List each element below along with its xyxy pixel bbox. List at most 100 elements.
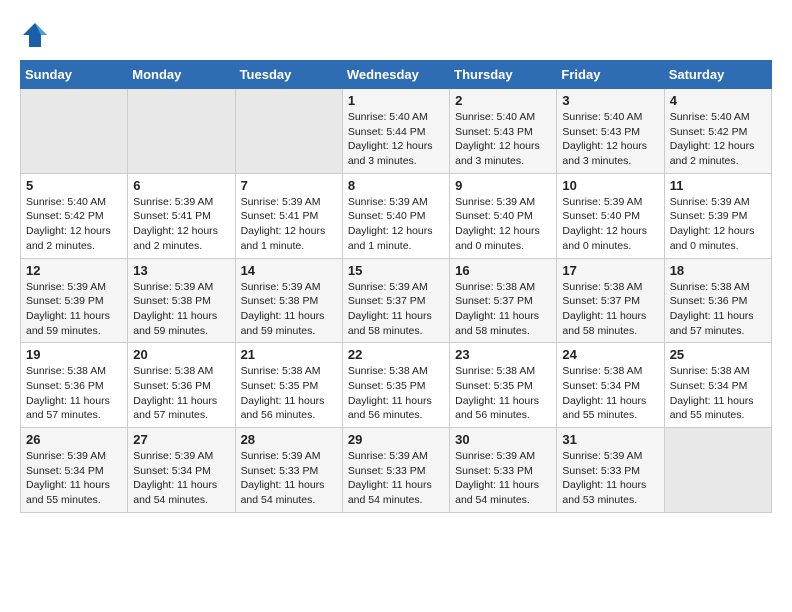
day-info: Sunrise: 5:39 AM xyxy=(241,280,337,295)
day-number: 29 xyxy=(348,432,444,447)
day-info: Sunrise: 5:38 AM xyxy=(348,364,444,379)
day-info: and 59 minutes. xyxy=(133,324,229,339)
day-info: and 59 minutes. xyxy=(26,324,122,339)
day-info: and 58 minutes. xyxy=(348,324,444,339)
calendar-cell: 15Sunrise: 5:39 AMSunset: 5:37 PMDayligh… xyxy=(342,258,449,343)
calendar-cell: 16Sunrise: 5:38 AMSunset: 5:37 PMDayligh… xyxy=(450,258,557,343)
calendar-cell: 1Sunrise: 5:40 AMSunset: 5:44 PMDaylight… xyxy=(342,89,449,174)
day-header-saturday: Saturday xyxy=(664,61,771,89)
day-number: 24 xyxy=(562,347,658,362)
calendar-cell: 30Sunrise: 5:39 AMSunset: 5:33 PMDayligh… xyxy=(450,428,557,513)
day-info: Sunrise: 5:39 AM xyxy=(562,449,658,464)
day-info: Daylight: 12 hours xyxy=(670,224,766,239)
day-info: Sunrise: 5:39 AM xyxy=(241,449,337,464)
day-info: and 57 minutes. xyxy=(26,408,122,423)
day-number: 19 xyxy=(26,347,122,362)
day-info: Sunset: 5:38 PM xyxy=(133,294,229,309)
day-info: Sunrise: 5:39 AM xyxy=(670,195,766,210)
day-info: Daylight: 11 hours xyxy=(348,309,444,324)
day-number: 4 xyxy=(670,93,766,108)
day-number: 14 xyxy=(241,263,337,278)
calendar-cell: 22Sunrise: 5:38 AMSunset: 5:35 PMDayligh… xyxy=(342,343,449,428)
day-info: Sunset: 5:34 PM xyxy=(670,379,766,394)
day-info: Sunrise: 5:39 AM xyxy=(348,195,444,210)
calendar-cell: 28Sunrise: 5:39 AMSunset: 5:33 PMDayligh… xyxy=(235,428,342,513)
day-number: 11 xyxy=(670,178,766,193)
day-info: Daylight: 12 hours xyxy=(348,139,444,154)
calendar-cell: 24Sunrise: 5:38 AMSunset: 5:34 PMDayligh… xyxy=(557,343,664,428)
day-info: and 54 minutes. xyxy=(455,493,551,508)
day-info: Sunrise: 5:40 AM xyxy=(26,195,122,210)
calendar-cell xyxy=(21,89,128,174)
day-info: Sunrise: 5:38 AM xyxy=(26,364,122,379)
day-info: Daylight: 11 hours xyxy=(562,478,658,493)
day-info: Sunrise: 5:39 AM xyxy=(348,280,444,295)
day-info: Daylight: 12 hours xyxy=(455,224,551,239)
day-info: Daylight: 11 hours xyxy=(455,394,551,409)
calendar-cell: 17Sunrise: 5:38 AMSunset: 5:37 PMDayligh… xyxy=(557,258,664,343)
day-info: and 2 minutes. xyxy=(670,154,766,169)
day-info: and 1 minute. xyxy=(348,239,444,254)
day-info: Sunrise: 5:38 AM xyxy=(670,280,766,295)
day-info: and 53 minutes. xyxy=(562,493,658,508)
day-info: and 57 minutes. xyxy=(670,324,766,339)
calendar-cell: 12Sunrise: 5:39 AMSunset: 5:39 PMDayligh… xyxy=(21,258,128,343)
day-info: Daylight: 11 hours xyxy=(241,309,337,324)
calendar-cell: 20Sunrise: 5:38 AMSunset: 5:36 PMDayligh… xyxy=(128,343,235,428)
day-info: Daylight: 11 hours xyxy=(133,309,229,324)
day-info: Daylight: 11 hours xyxy=(670,394,766,409)
day-info: Sunrise: 5:38 AM xyxy=(455,280,551,295)
day-info: and 59 minutes. xyxy=(241,324,337,339)
day-info: and 57 minutes. xyxy=(133,408,229,423)
day-number: 21 xyxy=(241,347,337,362)
calendar-cell: 8Sunrise: 5:39 AMSunset: 5:40 PMDaylight… xyxy=(342,173,449,258)
calendar-cell: 14Sunrise: 5:39 AMSunset: 5:38 PMDayligh… xyxy=(235,258,342,343)
day-info: Sunset: 5:39 PM xyxy=(670,209,766,224)
day-number: 13 xyxy=(133,263,229,278)
calendar-cell xyxy=(664,428,771,513)
day-info: Daylight: 11 hours xyxy=(26,394,122,409)
day-number: 9 xyxy=(455,178,551,193)
day-info: Sunset: 5:37 PM xyxy=(455,294,551,309)
calendar-cell: 7Sunrise: 5:39 AMSunset: 5:41 PMDaylight… xyxy=(235,173,342,258)
day-info: Daylight: 11 hours xyxy=(348,478,444,493)
day-info: and 0 minutes. xyxy=(455,239,551,254)
day-info: Sunset: 5:33 PM xyxy=(241,464,337,479)
day-info: Sunset: 5:36 PM xyxy=(670,294,766,309)
day-info: Sunrise: 5:38 AM xyxy=(562,280,658,295)
day-number: 2 xyxy=(455,93,551,108)
week-row-2: 5Sunrise: 5:40 AMSunset: 5:42 PMDaylight… xyxy=(21,173,772,258)
day-info: Sunrise: 5:38 AM xyxy=(455,364,551,379)
day-number: 23 xyxy=(455,347,551,362)
day-info: Sunset: 5:42 PM xyxy=(26,209,122,224)
day-number: 28 xyxy=(241,432,337,447)
calendar-cell: 4Sunrise: 5:40 AMSunset: 5:42 PMDaylight… xyxy=(664,89,771,174)
day-info: and 58 minutes. xyxy=(455,324,551,339)
day-header-wednesday: Wednesday xyxy=(342,61,449,89)
day-number: 6 xyxy=(133,178,229,193)
day-info: Sunrise: 5:38 AM xyxy=(241,364,337,379)
calendar-cell: 18Sunrise: 5:38 AMSunset: 5:36 PMDayligh… xyxy=(664,258,771,343)
day-info: Sunset: 5:37 PM xyxy=(348,294,444,309)
logo xyxy=(20,20,54,50)
day-info: Sunset: 5:44 PM xyxy=(348,125,444,140)
calendar-cell: 25Sunrise: 5:38 AMSunset: 5:34 PMDayligh… xyxy=(664,343,771,428)
day-info: Sunset: 5:34 PM xyxy=(26,464,122,479)
day-header-thursday: Thursday xyxy=(450,61,557,89)
day-info: Sunset: 5:41 PM xyxy=(133,209,229,224)
day-info: Daylight: 11 hours xyxy=(348,394,444,409)
day-info: Sunset: 5:34 PM xyxy=(133,464,229,479)
calendar-cell: 31Sunrise: 5:39 AMSunset: 5:33 PMDayligh… xyxy=(557,428,664,513)
day-info: Sunrise: 5:40 AM xyxy=(348,110,444,125)
day-info: Sunrise: 5:39 AM xyxy=(455,195,551,210)
day-info: Daylight: 11 hours xyxy=(26,478,122,493)
day-info: Sunset: 5:40 PM xyxy=(348,209,444,224)
calendar-cell: 13Sunrise: 5:39 AMSunset: 5:38 PMDayligh… xyxy=(128,258,235,343)
day-info: and 56 minutes. xyxy=(455,408,551,423)
day-info: and 3 minutes. xyxy=(348,154,444,169)
day-info: Daylight: 12 hours xyxy=(241,224,337,239)
day-info: Sunrise: 5:39 AM xyxy=(133,449,229,464)
day-number: 18 xyxy=(670,263,766,278)
day-info: Sunset: 5:39 PM xyxy=(26,294,122,309)
calendar-cell: 2Sunrise: 5:40 AMSunset: 5:43 PMDaylight… xyxy=(450,89,557,174)
